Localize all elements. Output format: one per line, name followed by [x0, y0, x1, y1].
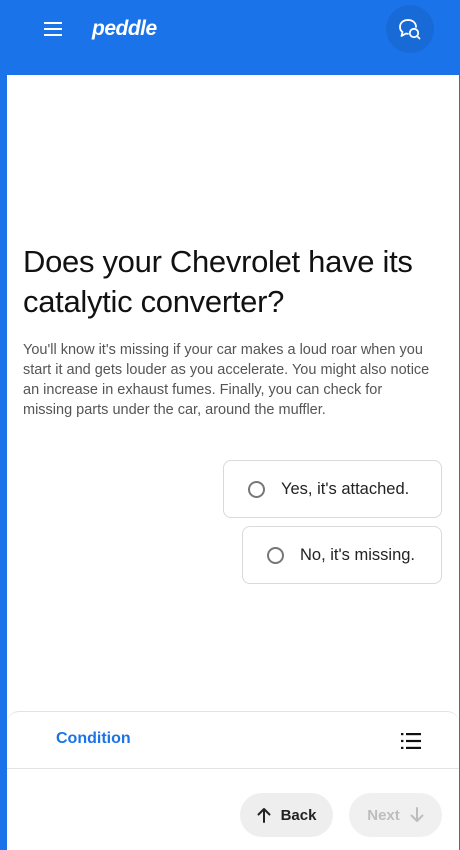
hamburger-menu-icon: [44, 22, 62, 36]
question-description: You'll know it's missing if your car mak…: [23, 342, 430, 418]
list-icon: [401, 733, 421, 749]
option-label: No, it's missing.: [300, 545, 416, 564]
section-progress-panel: Condition: [7, 711, 459, 769]
menu-button[interactable]: [34, 12, 72, 46]
top-bar: peddle: [0, 0, 460, 75]
radio-button-icon[interactable]: [267, 546, 284, 564]
back-button-label: Back: [280, 806, 317, 824]
arrow-down-icon: [410, 807, 424, 822]
chat-support-button[interactable]: [386, 5, 434, 53]
radio-button-icon[interactable]: [248, 480, 265, 498]
sections-list-button[interactable]: [397, 727, 425, 755]
question-title: Does your Chevrolet have its catalytic c…: [23, 244, 413, 319]
arrow-up-icon: [257, 808, 271, 823]
peddle-logo[interactable]: peddle: [92, 14, 157, 44]
option-label: Yes, it's attached.: [281, 479, 410, 498]
option-yes-attached[interactable]: Yes, it's attached.: [223, 460, 442, 518]
question-card: Does your Chevrolet have its catalytic c…: [7, 75, 459, 850]
back-button[interactable]: Back: [240, 793, 333, 837]
option-no-missing[interactable]: No, it's missing.: [242, 526, 442, 584]
next-button[interactable]: Next: [349, 793, 442, 837]
section-label-condition[interactable]: Condition: [56, 730, 131, 748]
next-button-label: Next: [367, 806, 400, 824]
chat-support-icon: [399, 19, 421, 40]
